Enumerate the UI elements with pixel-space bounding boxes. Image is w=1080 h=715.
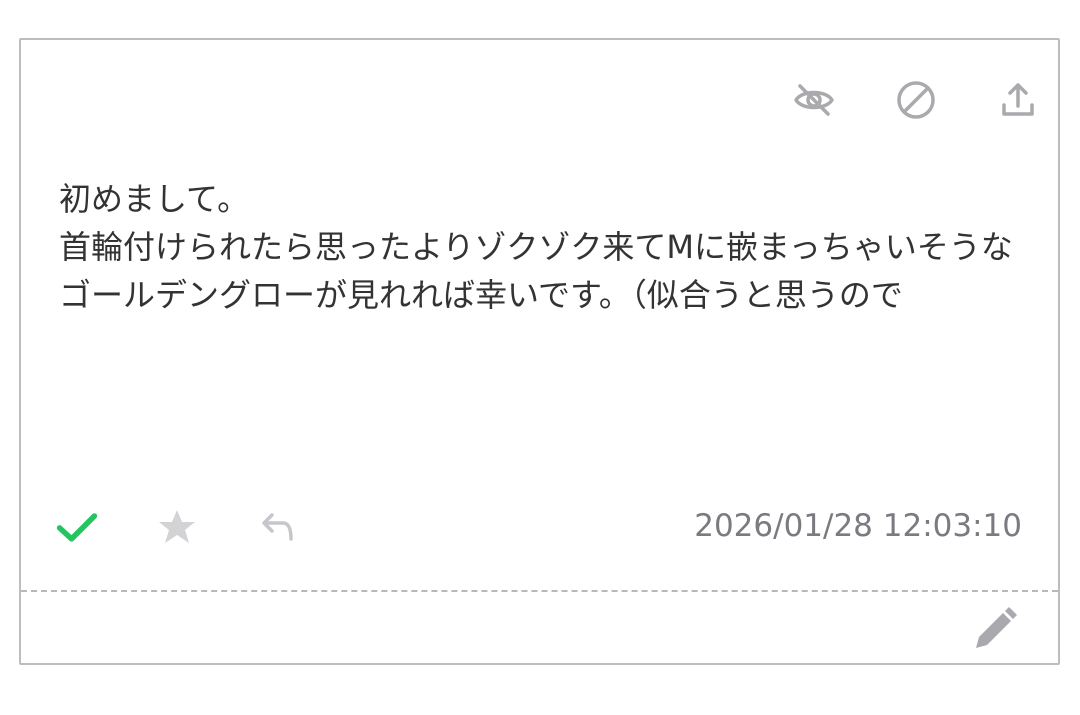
- share-button[interactable]: [996, 78, 1040, 122]
- eye-off-icon: [794, 84, 834, 116]
- check-button[interactable]: [55, 505, 99, 549]
- message-actions: [55, 505, 299, 549]
- card-divider: [21, 590, 1058, 592]
- message-card: [19, 38, 1060, 665]
- star-button[interactable]: [155, 505, 199, 549]
- star-icon: [159, 510, 195, 543]
- edit-button[interactable]: [970, 604, 1020, 654]
- reply-icon: [262, 513, 293, 541]
- pencil-icon: [976, 607, 1017, 648]
- block-button[interactable]: [894, 78, 938, 122]
- block-icon: [897, 81, 935, 119]
- hide-button[interactable]: [792, 78, 836, 122]
- reply-button[interactable]: [255, 505, 299, 549]
- timestamp: 2026/01/28 12:03:10: [694, 508, 1022, 544]
- check-icon: [56, 513, 98, 542]
- share-upload-icon: [1002, 83, 1034, 116]
- message-text: 初めまして。 首輪付けられたら思ったよりゾクゾク来てMに嵌まっちゃいそうなゴール…: [59, 180, 1013, 314]
- card-toolbar: [792, 78, 1040, 122]
